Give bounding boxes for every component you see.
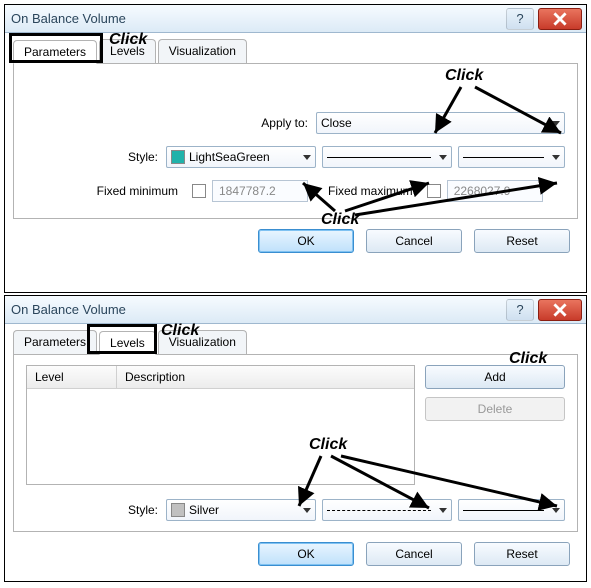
col-description: Description bbox=[117, 366, 414, 388]
reset-button[interactable]: Reset bbox=[474, 229, 570, 253]
chevron-down-icon bbox=[552, 121, 560, 126]
tab-strip: Parameters Levels Visualization bbox=[13, 39, 578, 64]
style-color-value: Silver bbox=[189, 503, 219, 517]
tab-parameters[interactable]: Parameters bbox=[13, 40, 97, 64]
chevron-down-icon bbox=[552, 508, 560, 513]
style-label: Style: bbox=[26, 503, 166, 517]
titlebar: On Balance Volume ? bbox=[5, 296, 586, 324]
delete-button[interactable]: Delete bbox=[425, 397, 565, 421]
parameters-panel: Apply to: Close Style: LightSeaGreen bbox=[13, 64, 578, 219]
line-style-select[interactable] bbox=[322, 146, 452, 168]
line-sample-solid bbox=[463, 510, 544, 511]
line-width-select[interactable] bbox=[458, 499, 565, 521]
style-color-select[interactable]: Silver bbox=[166, 499, 316, 521]
fixed-max-label: Fixed maximum bbox=[328, 184, 421, 198]
tab-levels[interactable]: Levels bbox=[99, 39, 156, 63]
tab-parameters[interactable]: Parameters bbox=[13, 330, 97, 354]
add-button[interactable]: Add bbox=[425, 365, 565, 389]
dialog-levels: On Balance Volume ? Parameters Levels Vi… bbox=[4, 295, 587, 582]
chevron-down-icon bbox=[552, 155, 560, 160]
help-button[interactable]: ? bbox=[506, 8, 534, 30]
fixed-min-label: Fixed minimum bbox=[26, 184, 186, 198]
window-title: On Balance Volume bbox=[11, 302, 126, 317]
close-icon bbox=[553, 12, 567, 26]
chevron-down-icon bbox=[439, 508, 447, 513]
ok-button[interactable]: OK bbox=[258, 229, 354, 253]
dialog-parameters: On Balance Volume ? Parameters Levels Vi… bbox=[4, 4, 587, 293]
style-label: Style: bbox=[26, 150, 166, 164]
apply-to-value: Close bbox=[321, 116, 352, 130]
titlebar: On Balance Volume ? bbox=[5, 5, 586, 33]
reset-button[interactable]: Reset bbox=[474, 542, 570, 566]
cancel-button[interactable]: Cancel bbox=[366, 229, 462, 253]
color-swatch bbox=[171, 150, 185, 164]
tab-visualization[interactable]: Visualization bbox=[158, 39, 247, 63]
levels-list-header: Level Description bbox=[27, 366, 414, 389]
close-icon bbox=[553, 303, 567, 317]
window-title: On Balance Volume bbox=[11, 11, 126, 26]
line-sample-solid bbox=[327, 157, 431, 158]
col-level: Level bbox=[27, 366, 117, 388]
chevron-down-icon bbox=[439, 155, 447, 160]
fixed-min-input[interactable]: 1847787.2 bbox=[212, 180, 308, 202]
fixed-max-checkbox[interactable] bbox=[427, 184, 441, 198]
style-color-select[interactable]: LightSeaGreen bbox=[166, 146, 316, 168]
dialog-button-row: OK Cancel Reset bbox=[13, 219, 578, 263]
ok-button[interactable]: OK bbox=[258, 542, 354, 566]
line-sample-solid bbox=[463, 157, 544, 158]
chevron-down-icon bbox=[303, 508, 311, 513]
line-sample-dashed bbox=[327, 510, 431, 511]
help-button[interactable]: ? bbox=[506, 299, 534, 321]
tab-visualization[interactable]: Visualization bbox=[158, 330, 247, 354]
line-width-select[interactable] bbox=[458, 146, 565, 168]
style-color-value: LightSeaGreen bbox=[189, 150, 270, 164]
line-style-select[interactable] bbox=[322, 499, 452, 521]
cancel-button[interactable]: Cancel bbox=[366, 542, 462, 566]
close-button[interactable] bbox=[538, 299, 582, 321]
chevron-down-icon bbox=[303, 155, 311, 160]
tab-strip: Parameters Levels Visualization bbox=[13, 330, 578, 355]
levels-panel: Level Description Add Delete Style: Silv… bbox=[13, 355, 578, 532]
apply-to-label: Apply to: bbox=[26, 116, 316, 130]
dialog-button-row: OK Cancel Reset bbox=[13, 532, 578, 576]
apply-to-select[interactable]: Close bbox=[316, 112, 565, 134]
fixed-min-checkbox[interactable] bbox=[192, 184, 206, 198]
color-swatch bbox=[171, 503, 185, 517]
tab-levels[interactable]: Levels bbox=[99, 331, 156, 355]
levels-list[interactable]: Level Description bbox=[26, 365, 415, 485]
fixed-max-input[interactable]: 2268027.9 bbox=[447, 180, 543, 202]
close-button[interactable] bbox=[538, 8, 582, 30]
